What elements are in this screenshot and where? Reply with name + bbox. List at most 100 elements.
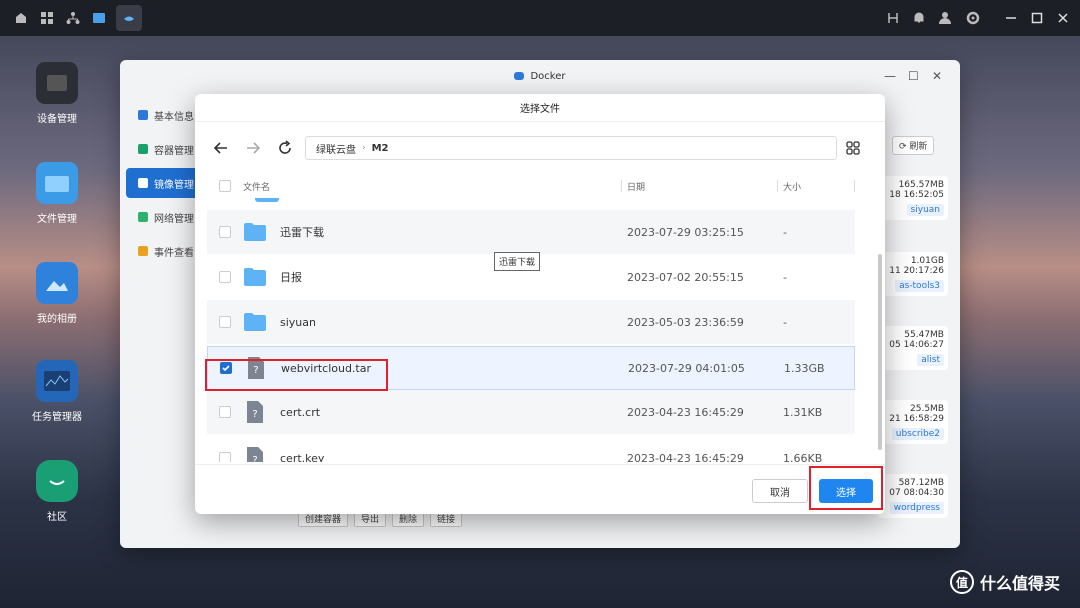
- monitor-icon: [36, 360, 78, 402]
- apps-grid-icon[interactable]: [38, 9, 56, 27]
- watermark: 值 什么值得买: [950, 570, 1060, 594]
- column-divider: [854, 180, 855, 192]
- select-all-checkbox[interactable]: [219, 180, 231, 192]
- file-manager-taskbar-icon[interactable]: [90, 9, 108, 27]
- network-icon: [138, 212, 148, 222]
- unknown-file-icon: ?: [247, 401, 263, 423]
- sidebar-item-label: 基本信息: [154, 111, 194, 123]
- file-list: 迅雷下载 2023-07-29 03:25:15 - 日报 2023-07-02…: [207, 198, 855, 462]
- image-icon: [138, 178, 148, 188]
- desktop-label: 我的相册: [37, 314, 77, 325]
- column-name[interactable]: 文件名: [243, 180, 270, 193]
- file-name: cert.crt: [280, 405, 321, 419]
- file-size: -: [783, 225, 787, 239]
- desktop-label: 社区: [47, 512, 67, 523]
- table-row[interactable]: ? cert.key 2023-04-23 16:45:29 1.66KB: [207, 436, 855, 462]
- file-date: 2023-05-03 23:36:59: [627, 315, 744, 329]
- window-title: Docker: [530, 70, 566, 82]
- column-date[interactable]: 日期: [627, 180, 645, 193]
- file-size: -: [783, 315, 787, 329]
- folder-icon: [244, 268, 266, 286]
- row-checkbox[interactable]: [219, 452, 231, 462]
- forward-arrow-icon[interactable]: [243, 138, 263, 158]
- image-time: 21 16:58:29: [889, 414, 944, 424]
- folder-icon: [255, 198, 279, 202]
- image-tag: siyuan: [906, 204, 944, 216]
- column-divider: [621, 180, 622, 192]
- close-icon[interactable]: [1054, 9, 1072, 27]
- grid-view-icon[interactable]: [843, 138, 863, 158]
- image-card[interactable]: 165.57MB 18 16:52:05 siyuan: [878, 176, 948, 220]
- image-time: 07 08:04:30: [889, 488, 944, 498]
- image-card[interactable]: 25.5MB 21 16:58:29 ubscribe2: [878, 400, 948, 444]
- desktop-label: 任务管理器: [32, 412, 82, 423]
- bell-icon[interactable]: [910, 9, 928, 27]
- maximize-icon[interactable]: [1028, 9, 1046, 27]
- photo-icon: [36, 262, 78, 304]
- unknown-file-icon: ?: [247, 447, 263, 462]
- file-list-header: 文件名 日期 大小: [207, 176, 855, 196]
- image-tag: ubscribe2: [891, 428, 944, 440]
- window-maximize-icon[interactable]: ☐: [908, 69, 919, 83]
- image-card[interactable]: 587.12MB 07 08:04:30 wordpress: [878, 474, 948, 518]
- cancel-button[interactable]: 取消: [752, 479, 808, 503]
- top-taskbar: [0, 0, 1080, 36]
- file-name: 迅雷下载: [280, 226, 324, 239]
- file-date: 2023-07-29 03:25:15: [627, 225, 744, 239]
- row-checkbox[interactable]: [219, 316, 231, 328]
- desktop-file-manager[interactable]: 文件管理: [20, 162, 94, 225]
- dialog-footer: 取消 选择: [195, 464, 885, 514]
- highlight-box-select-button: [809, 466, 883, 510]
- desktop-community[interactable]: 社区: [20, 460, 94, 523]
- sidebar-item-label: 网络管理: [154, 213, 194, 225]
- reload-icon[interactable]: [275, 138, 295, 158]
- image-size: 587.12MB: [898, 478, 944, 488]
- image-tag: alist: [917, 354, 944, 366]
- docker-taskbar-icon[interactable]: [116, 5, 142, 31]
- image-size: 165.57MB: [898, 180, 944, 190]
- network-icon[interactable]: [64, 9, 82, 27]
- table-row[interactable]: siyuan 2023-05-03 23:36:59 -: [207, 300, 855, 344]
- window-close-icon[interactable]: ✕: [932, 69, 942, 83]
- settings-icon[interactable]: [964, 9, 982, 27]
- desktop-photos[interactable]: 我的相册: [20, 262, 94, 325]
- image-size: 1.01GB: [910, 256, 944, 266]
- table-row[interactable]: ? cert.crt 2023-04-23 16:45:29 1.31KB: [207, 390, 855, 434]
- image-time: 18 16:52:05: [889, 190, 944, 200]
- image-card[interactable]: 1.01GB 11 20:17:26 as-tools3: [878, 252, 948, 296]
- breadcrumb-item-current[interactable]: M2: [372, 143, 389, 154]
- breadcrumb: 绿联云盘 › M2: [305, 136, 837, 160]
- file-date: 2023-04-23 16:45:29: [627, 451, 744, 463]
- column-size[interactable]: 大小: [783, 180, 801, 193]
- info-icon: [138, 110, 148, 120]
- breadcrumb-item-root[interactable]: 绿联云盘: [316, 141, 356, 156]
- desktop-label: 设备管理: [37, 114, 77, 125]
- home-icon[interactable]: [12, 9, 30, 27]
- image-tag: as-tools3: [895, 280, 944, 292]
- table-row[interactable]: 迅雷下载 2023-07-29 03:25:15 -: [207, 210, 855, 254]
- sync-icon[interactable]: [884, 9, 902, 27]
- chevron-right-icon: ›: [362, 143, 366, 153]
- scrollbar[interactable]: [878, 254, 882, 450]
- desktop-device-manager[interactable]: 设备管理: [20, 62, 94, 125]
- window-minimize-icon[interactable]: —: [884, 69, 896, 83]
- image-card[interactable]: 55.47MB 05 14:06:27 alist: [878, 326, 948, 370]
- image-time: 05 14:06:27: [889, 340, 944, 350]
- tooltip: 迅雷下载: [494, 252, 541, 271]
- row-checkbox[interactable]: [219, 406, 231, 418]
- file-size: 1.33GB: [784, 361, 825, 375]
- file-name: siyuan: [280, 315, 316, 329]
- column-divider: [777, 180, 778, 192]
- row-checkbox[interactable]: [219, 226, 231, 238]
- minimize-icon[interactable]: [1002, 9, 1020, 27]
- back-arrow-icon[interactable]: [211, 138, 231, 158]
- user-icon[interactable]: [936, 9, 954, 27]
- desktop-task-manager[interactable]: 任务管理器: [20, 360, 94, 423]
- refresh-button[interactable]: ⟳ 刷新: [892, 136, 935, 155]
- navigation-bar: 绿联云盘 › M2: [207, 134, 873, 162]
- row-checkbox[interactable]: [219, 271, 231, 283]
- file-date: 2023-07-02 20:55:15: [627, 270, 744, 284]
- file-size: 1.31KB: [783, 405, 823, 419]
- image-size: 25.5MB: [910, 404, 944, 414]
- file-date: 2023-04-23 16:45:29: [627, 405, 744, 419]
